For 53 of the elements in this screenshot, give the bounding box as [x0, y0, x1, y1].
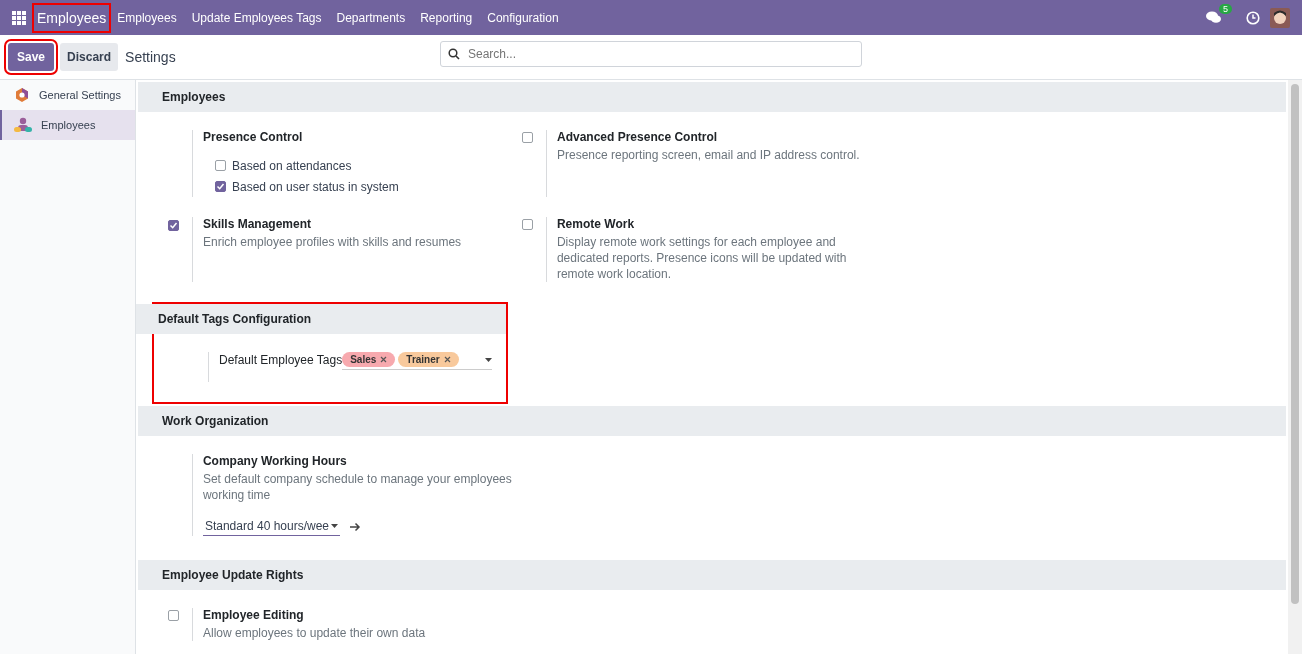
setting-description: Allow employees to update their own data	[203, 625, 426, 641]
search-field[interactable]: Search...	[440, 41, 862, 67]
arrow-right-icon[interactable]	[350, 521, 362, 532]
checkbox[interactable]	[168, 220, 179, 231]
checkbox[interactable]	[522, 132, 533, 143]
page-title: Settings	[125, 49, 176, 65]
schedule-select[interactable]: Standard 40 hours/wee	[202, 517, 341, 536]
setting-title: Presence Control	[203, 130, 304, 144]
menu-item[interactable]: Configuration	[487, 10, 559, 25]
people-icon	[14, 117, 32, 133]
sidebar-item[interactable]: Employees	[0, 110, 135, 140]
app-grid-icon[interactable]	[12, 10, 26, 25]
chat-bubbles-icon[interactable]	[1206, 11, 1222, 24]
scrollbar-thumb[interactable]	[1291, 84, 1299, 604]
section-header: Employee Update Rights	[138, 560, 1286, 590]
menu-item[interactable]: Employees	[117, 10, 177, 25]
setting-title: Advanced Presence Control	[557, 130, 719, 144]
remove-icon[interactable]	[380, 356, 388, 363]
setting-title: Employee Editing	[203, 608, 305, 622]
menu-item[interactable]: Update Employees Tags	[191, 10, 322, 25]
tag[interactable]: Trainer	[398, 352, 459, 367]
checkbox[interactable]	[168, 610, 179, 621]
menu-item[interactable]: Departments	[336, 10, 406, 25]
caret-icon	[331, 524, 339, 528]
hexagon-icon	[14, 87, 30, 103]
setting-description: Presence reporting screen, email and IP address control.	[557, 147, 860, 163]
checkbox[interactable]	[215, 181, 226, 192]
user-avatar[interactable]	[1270, 7, 1290, 28]
setting-title: Skills Management	[203, 217, 313, 231]
checkbox[interactable]	[215, 160, 226, 171]
option-label: Based on attendances	[232, 158, 352, 173]
clock-icon[interactable]	[1246, 10, 1260, 25]
app-name-link[interactable]: Employees	[32, 2, 112, 33]
section-header: Work Organization	[138, 406, 1286, 436]
search-icon	[448, 48, 460, 60]
discard-button[interactable]: Discard	[60, 43, 119, 71]
setting-title: Default Employee Tags	[219, 353, 343, 368]
caret-icon	[485, 357, 493, 362]
setting-description: Display remote work settings for each employee and dedicated reports. Presence icons will be updated with remote work location.	[556, 234, 848, 282]
checkbox[interactable]	[522, 219, 533, 230]
option-label: Based on user status in system	[232, 179, 399, 194]
tags-field[interactable]: Sales Trainer	[342, 352, 493, 370]
remove-icon[interactable]	[443, 356, 451, 363]
sidebar-item[interactable]: General Settings	[0, 80, 135, 110]
section-header: Default Tags Configuration	[136, 304, 506, 334]
setting-description: Enrich employee profiles with skills and resumes	[203, 234, 462, 250]
setting-title: Company Working Hours	[202, 454, 348, 468]
section-header: Employees	[138, 82, 1286, 112]
setting-title: Remote Work	[556, 217, 636, 231]
menu-item[interactable]: Reporting	[420, 10, 473, 25]
setting-description: Set default company schedule to manage your employees working time	[202, 471, 513, 503]
notification-count: 5	[1219, 4, 1232, 14]
tag[interactable]: Sales	[342, 352, 396, 367]
